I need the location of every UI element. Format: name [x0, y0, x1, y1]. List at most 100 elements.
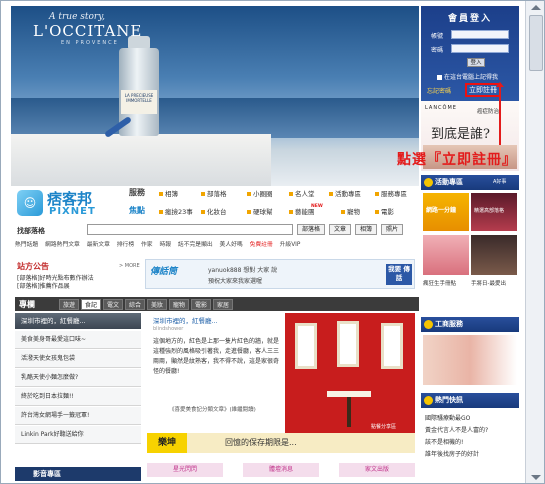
login-button[interactable]: 登入 — [467, 58, 485, 67]
link-10[interactable]: 升級VIP — [280, 242, 301, 248]
pixnet-logo[interactable]: ☺ 痞客邦 PIXNET — [15, 186, 127, 226]
nav-group[interactable]: 小圈圈 — [247, 188, 273, 198]
nav-featured-5[interactable]: 寵物 — [341, 206, 360, 216]
remember-label: 在這台電腦上記得我 — [444, 74, 499, 81]
av-section-bar[interactable]: 影音專區 — [15, 467, 141, 481]
nav-featured-2[interactable]: 化妝台 — [201, 206, 227, 216]
event-image-1[interactable]: 網路一分鐘 — [423, 193, 469, 231]
scroll-down-icon[interactable] — [531, 475, 541, 480]
link-8[interactable]: 美人好嗎 — [220, 242, 243, 248]
search-blog-button[interactable]: 部落格 — [297, 224, 325, 235]
link-6[interactable]: 時報 — [159, 242, 171, 248]
columns-bar: 專欄 旅遊 食記 電文 綜合 美妝 寵物 電影 家居 — [15, 297, 419, 311]
checkbox-icon — [437, 75, 442, 80]
scroll-up-icon[interactable] — [531, 5, 541, 10]
tab-sports[interactable]: 體壇消息 — [243, 463, 319, 477]
tab-beauty[interactable]: 美妝 — [147, 299, 167, 310]
article-list: 深圳市裡的，紅餐廳... 美食美身哥最愛這口味~ 活潑天使女孩鬼包袋 乳酪天使小… — [15, 313, 141, 467]
tab-pets[interactable]: 寵物 — [169, 299, 189, 310]
events-title: 活動專區 — [435, 178, 463, 186]
nav-featured-3[interactable]: 硬球幫 — [247, 206, 273, 216]
bulletin-more-link[interactable]: > MORE — [119, 263, 140, 269]
tab-travel[interactable]: 旅遊 — [59, 299, 79, 310]
event-image-4[interactable] — [471, 235, 517, 275]
featured-article: 深圳市裡的，紅餐廳... blindshower 這個地方的，紅色是上那一隻片紅… — [147, 313, 283, 433]
tab-publish[interactable]: 家文出版 — [339, 463, 415, 477]
search-album-button[interactable]: 相簿 — [355, 224, 377, 235]
news-title: 熱門快訊 — [435, 396, 463, 404]
search-article-button[interactable]: 文章 — [329, 224, 351, 235]
logo-face-icon: ☺ — [17, 190, 43, 216]
bulletin-item[interactable]: [部落格]推薦作品展 — [17, 281, 70, 290]
list-item[interactable]: 乳酪天使小麵怎麼做? — [15, 369, 141, 387]
news-item[interactable]: 黃金代言人不是人富的? — [425, 425, 488, 434]
tab-text[interactable]: 電文 — [103, 299, 123, 310]
nav-service[interactable]: 服務專區 — [375, 188, 407, 198]
main-nav: 服務 相簿 部落格 小圈圈 名人堂 活動專區 服務專區 焦點 瘋撿23事 化妝台… — [129, 186, 421, 220]
annotation-text: 點選『立即註冊』 — [397, 152, 517, 168]
article-author[interactable]: blindshower — [153, 326, 183, 332]
biz-title: 工商服務 — [435, 320, 463, 328]
news-item[interactable]: 國際騷療動最GO — [425, 413, 470, 422]
list-header[interactable]: 深圳市裡的，紅餐廳... — [15, 313, 141, 329]
nav-featured-1[interactable]: 瘋撿23事 — [159, 206, 193, 216]
nav-fame[interactable]: 名人堂 — [289, 188, 315, 198]
link-5[interactable]: 作家 — [141, 242, 153, 248]
nav-album[interactable]: 相簿 — [159, 188, 178, 198]
tab-food[interactable]: 食記 — [81, 299, 101, 310]
hero-banner[interactable]: A true story, L'OCCITANE EN PROVENCE LA … — [11, 6, 419, 186]
restaurant-photo[interactable]: 點餐分享區 — [285, 313, 415, 435]
news-item[interactable]: 該不是相機的! — [425, 437, 463, 446]
link-4[interactable]: 排行榜 — [117, 242, 134, 248]
biz-header: 工商服務 — [421, 317, 519, 332]
message-sub: 預祝大家來我家選喔 — [208, 278, 263, 285]
list-item[interactable]: 美食美身哥最愛這口味~ — [15, 331, 141, 349]
password-input[interactable] — [451, 44, 509, 53]
event-cap-2[interactable]: 手將日-最愛出 — [471, 279, 506, 287]
tab-home[interactable]: 家居 — [213, 299, 233, 310]
link-2[interactable]: 網路熱門文章 — [45, 242, 80, 248]
scroll-thumb[interactable] — [529, 15, 543, 71]
article-title[interactable]: 深圳市裡的，紅餐廳... — [153, 315, 218, 325]
biz-image[interactable] — [423, 335, 517, 385]
search-photo-button[interactable]: 照片 — [381, 224, 403, 235]
promo-banner[interactable]: 樂坤 回憶的保存期限是... — [147, 433, 415, 453]
services-label: 服務 — [129, 188, 145, 197]
news-item[interactable]: 誰年後找房子的好計 — [425, 449, 479, 458]
link-7[interactable]: 話不完是顯出 — [178, 242, 213, 248]
nav-blog[interactable]: 部落格 — [201, 188, 227, 198]
window-shape — [381, 323, 403, 369]
link-1[interactable]: 熱門話題 — [15, 242, 38, 248]
tab-general[interactable]: 綜合 — [125, 299, 145, 310]
account-label: 帳號 — [431, 33, 444, 40]
list-item[interactable]: Linkin Park好聽送給你 — [15, 426, 141, 444]
link-9[interactable]: 免費註冊 — [250, 242, 273, 248]
list-item[interactable]: 活潑天使女孩鬼包袋 — [15, 350, 141, 368]
right-sidebar: 活動專區 A好事 網路一分鐘 精選高部落格 瘋狂生手冊點 手將日-最愛出 工商服務… — [421, 175, 519, 481]
vertical-scrollbar[interactable] — [525, 1, 544, 483]
event-image-3[interactable] — [423, 235, 469, 275]
link-3[interactable]: 最新文章 — [87, 242, 110, 248]
search-input[interactable] — [87, 224, 293, 235]
list-item[interactable]: 許台灣女網場手一籤冠軍! — [15, 407, 141, 425]
news-header: 熱門快訊 — [421, 393, 519, 408]
list-item[interactable]: 終於吃到日本拉麵!! — [15, 388, 141, 406]
services-row: 服務 相簿 部落格 小圈圈 名人堂 活動專區 服務專區 — [129, 186, 421, 200]
message-logo: 傳話筒 — [150, 267, 178, 277]
hero-tagline: A true story, — [49, 12, 105, 22]
article-footer-link[interactable]: 《喜愛美食記分類文章》(維繼閱讀) — [169, 405, 256, 413]
sub-tabs: 星光閃閃 體壇消息 家文出版 — [147, 463, 415, 477]
send-message-button[interactable]: 我要 傳話 — [386, 264, 412, 285]
tab-movies[interactable]: 電影 — [191, 299, 211, 310]
event-cap-1[interactable]: 瘋狂生手冊點 — [423, 279, 456, 287]
account-input[interactable] — [451, 30, 509, 39]
nav-featured-6[interactable]: 電影 — [375, 206, 394, 216]
nav-events[interactable]: 活動專區 — [329, 188, 361, 198]
message-line[interactable]: yanuok888 想對 大家 說 — [208, 265, 277, 274]
events-more-link[interactable]: A好事 — [493, 175, 506, 190]
forgot-password-link[interactable]: 忘記密碼 — [427, 86, 451, 95]
remember-me-checkbox[interactable]: 在這台電腦上記得我 — [437, 72, 498, 81]
tab-stars[interactable]: 星光閃閃 — [147, 463, 223, 477]
event-image-2[interactable]: 精選高部落格 — [471, 193, 517, 231]
hero-sea — [11, 98, 419, 138]
